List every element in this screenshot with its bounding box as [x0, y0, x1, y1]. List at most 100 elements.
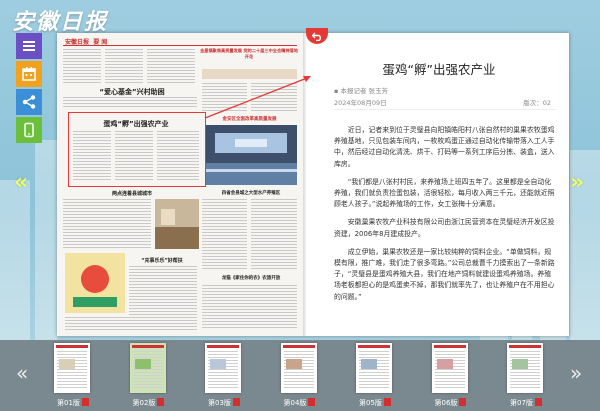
page-thumbnail[interactable]: [356, 343, 392, 393]
thumb-next-arrow[interactable]: »: [570, 361, 582, 385]
newspaper-page[interactable]: 安徽日报 要 闻 “爱心基金”兴村助困 金星镇聚焦高质量发展 党的二十届三中全会…: [57, 33, 303, 336]
article-paragraph: “我们都是八张村村民，来养殖场上班四五年了。这里都是全自动化养殖，我们就负责捡蛋…: [334, 177, 555, 209]
next-page-arrow[interactable]: »: [570, 170, 584, 195]
thumbnail-label-text: 第04版: [283, 399, 307, 407]
thumb-text: [208, 351, 238, 390]
article-paragraph: 安徽巢果农牧产业科技有限公司由浙江民营资本在灵璧经济开发区投资建，2006年8月…: [334, 218, 555, 238]
thumbnail-label-text: 第03版: [208, 399, 231, 407]
pdf-icon[interactable]: [383, 398, 391, 406]
double-chevron-left-icon: «: [16, 361, 29, 385]
book-spine: [303, 33, 307, 336]
page-thumbnail[interactable]: [280, 343, 317, 393]
page-thumbnail[interactable]: [507, 343, 543, 393]
thumb-photo: [285, 359, 302, 369]
market-photo: [155, 199, 199, 249]
thumbnail-label[interactable]: 第04版: [284, 398, 316, 408]
thumbnail-label[interactable]: 第01版: [57, 398, 89, 408]
text-block: [63, 49, 101, 85]
thumb-masthead: [509, 345, 541, 348]
text-block: [65, 317, 197, 331]
side-toolbar: [16, 33, 42, 145]
page-thumbnail[interactable]: [54, 343, 90, 393]
headline-bottom-left[interactable]: 两点连着县城城市: [67, 190, 197, 197]
thumbnail-label[interactable]: 第07版: [510, 398, 542, 408]
text-block: [251, 199, 297, 269]
thumb-text: [434, 351, 465, 390]
thumbnail-label-text: 第02版: [132, 399, 156, 407]
text-block: [157, 131, 199, 181]
pdf-icon[interactable]: [459, 398, 467, 406]
thumb-masthead: [433, 345, 466, 348]
thumb-masthead: [282, 345, 315, 348]
thumb-photo: [59, 359, 75, 369]
thumb-masthead: [56, 345, 88, 348]
article-version: 版次：02: [523, 99, 551, 107]
menu-button[interactable]: [16, 33, 42, 59]
headline-top-right[interactable]: 金星镇聚焦高质量发展 党的二十届三中全会精神落地开花: [200, 48, 298, 60]
pdf-icon[interactable]: [81, 398, 89, 406]
masthead-rule: [63, 45, 297, 46]
mobile-button[interactable]: [16, 117, 42, 143]
thumbnail-label-text: 第07版: [510, 399, 533, 407]
text-block: [73, 131, 111, 181]
text-block: [251, 83, 297, 113]
reader-spread: 安徽日报 要 闻 “爱心基金”兴村助困 金星镇聚焦高质量发展 党的二十届三中全会…: [57, 33, 569, 336]
article-title: 蛋鸡“孵”出强农产业: [382, 62, 496, 77]
share-icon: [22, 95, 36, 109]
thumb-masthead: [131, 345, 164, 348]
double-chevron-left-icon: «: [14, 170, 29, 195]
festival-photo: [65, 253, 125, 313]
thumbnail-label-text: 第05版: [359, 399, 382, 407]
thumbnail-label-text: 第01版: [57, 399, 80, 407]
headline-promote[interactable]: “充事乐乐”好帮扶: [127, 257, 197, 264]
page-thumbnail[interactable]: [205, 343, 241, 393]
text-block: [63, 97, 197, 109]
thumbnail-label-text: 第06版: [434, 399, 458, 407]
headline-bottom-mid[interactable]: 四省会县城之大型水产养殖区: [202, 190, 300, 196]
headline-reform[interactable]: 金安区全面改革高质量发展: [202, 116, 297, 122]
article-divider: [334, 109, 556, 110]
headline-love-fund[interactable]: “爱心基金”兴村助困: [67, 87, 197, 97]
text-block: [202, 285, 297, 329]
menu-icon: [23, 41, 35, 51]
photo: [202, 69, 297, 79]
thumb-text: [510, 351, 540, 390]
thumbnail-label[interactable]: 第06版: [435, 398, 467, 408]
thumb-photo: [361, 359, 377, 369]
thumb-text: [57, 351, 87, 390]
pdf-icon[interactable]: [157, 398, 165, 406]
undo-icon: [311, 32, 321, 41]
thumb-photo: [436, 359, 453, 369]
double-chevron-right-icon: »: [570, 361, 583, 385]
thumb-masthead: [358, 345, 390, 348]
site-logo[interactable]: 安徽日报: [12, 4, 108, 36]
thumbnail-label[interactable]: 第02版: [133, 398, 165, 408]
thumbnail-label[interactable]: 第05版: [359, 398, 391, 408]
thumbnail-label[interactable]: 第03版: [208, 398, 240, 408]
share-button[interactable]: [16, 89, 42, 115]
thumb-photo: [134, 359, 151, 369]
prev-page-arrow[interactable]: «: [14, 170, 28, 195]
thumb-text: [359, 351, 389, 390]
thumb-text: [283, 351, 314, 390]
pdf-icon[interactable]: [534, 398, 542, 406]
headline-bottom-right[interactable]: 龙猫《家住你的农》农旅开放: [202, 275, 300, 281]
mobile-icon: [24, 122, 34, 138]
pdf-icon[interactable]: [308, 398, 316, 406]
page-thumbnail[interactable]: [129, 343, 166, 393]
text-block: [63, 199, 151, 249]
page-thumbnail[interactable]: [431, 343, 468, 393]
text-block: [115, 131, 153, 181]
pdf-icon[interactable]: [232, 398, 240, 406]
thumb-prev-arrow[interactable]: «: [16, 361, 28, 385]
thumb-masthead: [207, 345, 239, 348]
article-body: 近日，记者来到位于灵璧县向阳镇皓阳村八张自然村的巢果农牧蛋鸡养殖基地，只见包装车…: [334, 125, 556, 310]
double-chevron-right-icon: »: [570, 170, 585, 195]
article-date: 2024年08月09日: [334, 99, 387, 107]
thumb-photo: [210, 359, 226, 369]
calendar-button[interactable]: [16, 61, 42, 87]
article-panel: 蛋鸡“孵”出强农产业 ▪ 本报记者 张玉芳 2024年08月09日 版次：02 …: [309, 33, 569, 336]
headline-egg[interactable]: 蛋鸡“孵”出强农产业: [71, 119, 201, 129]
text-block: [202, 83, 247, 113]
text-block: [147, 49, 195, 85]
